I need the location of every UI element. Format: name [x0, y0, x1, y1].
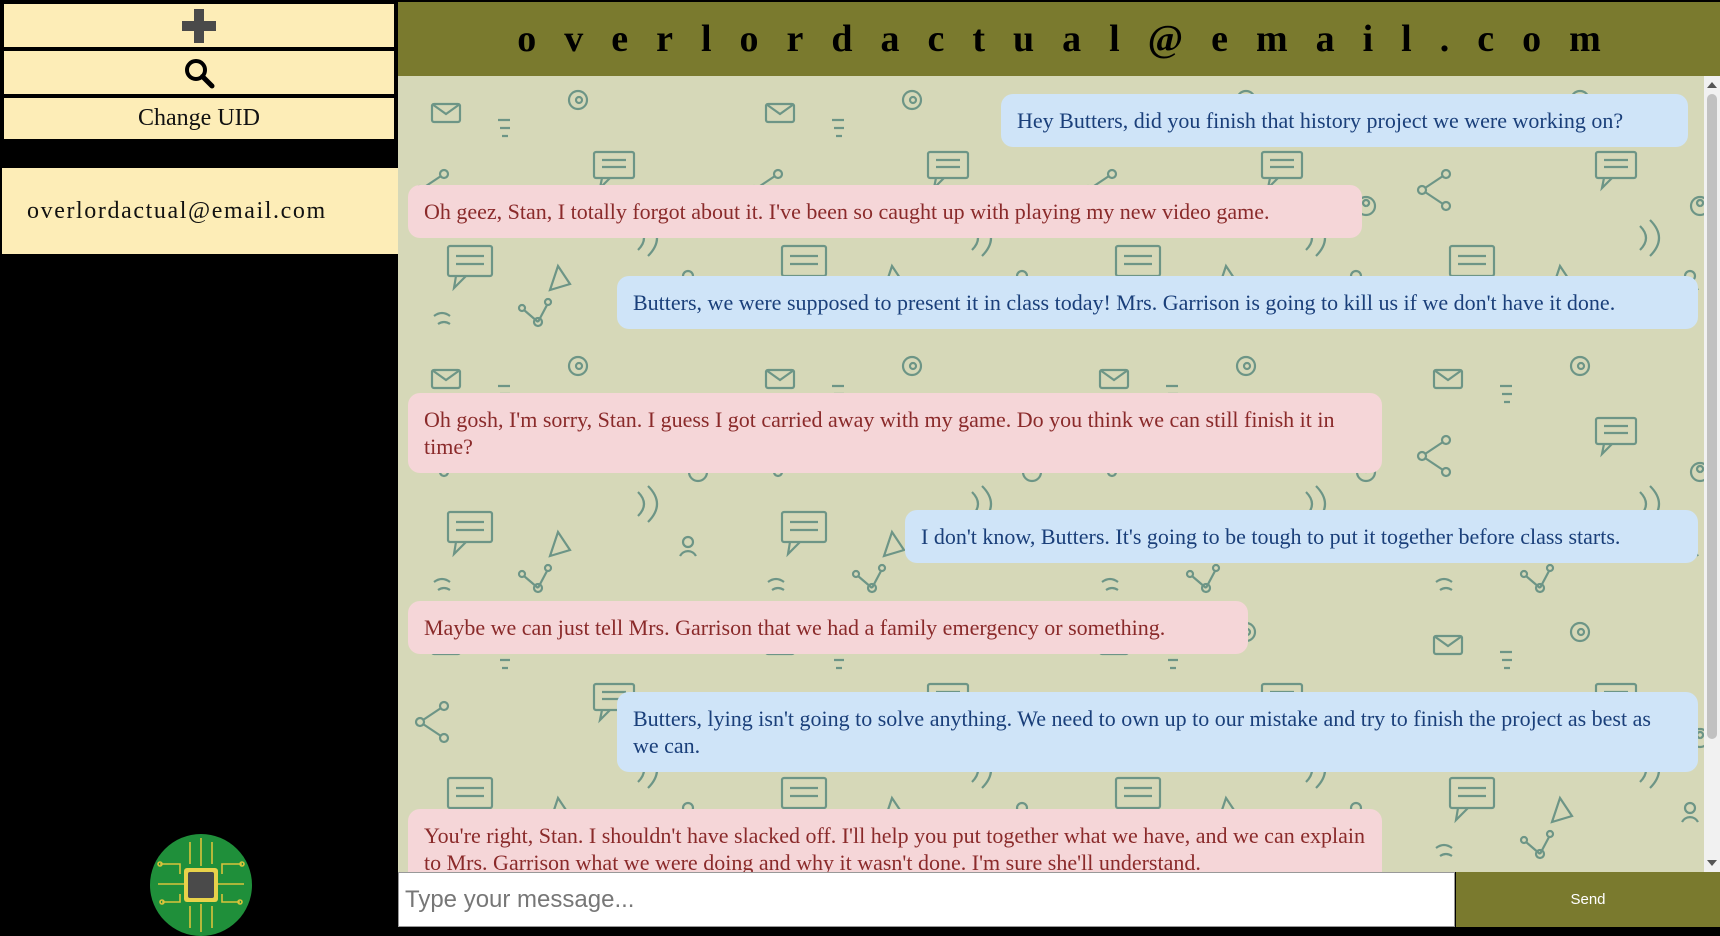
scroll-down-icon[interactable] — [1707, 860, 1717, 866]
sidebar: Change UID overlordactual@email.com — [0, 0, 398, 936]
message-bubble-sent: Butters, we were supposed to present it … — [617, 276, 1698, 329]
send-button[interactable]: Send — [1456, 872, 1720, 927]
chat-header: overlordactual@email.com — [398, 0, 1720, 76]
message-bubble-received: You're right, Stan. I shouldn't have sla… — [408, 809, 1382, 872]
search-button[interactable] — [2, 49, 396, 96]
message-bubble-received: Oh geez, Stan, I totally forgot about it… — [408, 185, 1362, 238]
chat-panel: overlordactual@email.com Hey Butters, di… — [398, 0, 1720, 927]
circuit-chip-icon — [150, 834, 252, 936]
message-bubble-sent: I don't know, Butters. It's going to be … — [905, 510, 1698, 563]
contact-item[interactable]: overlordactual@email.com — [2, 168, 398, 254]
scroll-up-icon[interactable] — [1707, 82, 1717, 88]
new-chat-button[interactable] — [2, 2, 396, 49]
message-bubble-sent: Butters, lying isn't going to solve anyt… — [617, 692, 1698, 772]
message-area[interactable]: Hey Butters, did you finish that history… — [398, 76, 1704, 872]
message-scrollbar[interactable] — [1704, 76, 1720, 872]
composer: Send — [398, 872, 1720, 927]
contact-item-label: overlordactual@email.com — [27, 197, 327, 224]
message-bubble-received: Maybe we can just tell Mrs. Garrison tha… — [408, 601, 1248, 654]
message-bubble-sent: Hey Butters, did you finish that history… — [1001, 94, 1688, 147]
chat-title: overlordactual@email.com — [517, 18, 1629, 60]
message-bubble-received: Oh gosh, I'm sorry, Stan. I guess I got … — [408, 393, 1382, 473]
plus-icon — [182, 8, 216, 43]
scroll-thumb[interactable] — [1707, 94, 1717, 739]
search-icon — [185, 58, 215, 88]
message-input[interactable] — [398, 872, 1455, 927]
change-uid-button[interactable]: Change UID — [2, 96, 396, 141]
